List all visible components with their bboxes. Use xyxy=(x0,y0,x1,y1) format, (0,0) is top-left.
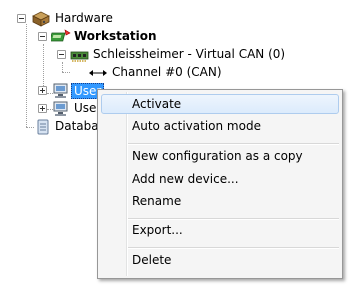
menu-item-activate[interactable]: Activate xyxy=(101,94,339,114)
menu-separator xyxy=(128,143,339,145)
tree-line xyxy=(26,127,34,128)
menu-item-new-configuration-copy[interactable]: New configuration as a copy xyxy=(101,146,339,166)
context-menu: Activate Auto activation mode New config… xyxy=(97,89,343,279)
tree-node-workstation[interactable]: Workstation xyxy=(74,28,157,44)
can-card-icon xyxy=(70,49,90,63)
workstation-icon xyxy=(49,29,71,45)
tree-line xyxy=(62,62,63,72)
expand-user1-toggle[interactable] xyxy=(38,86,47,95)
menu-item-auto-activation-mode[interactable]: Auto activation mode xyxy=(101,116,339,136)
tree-node-hardware[interactable]: Hardware xyxy=(55,10,113,26)
user-computer-icon xyxy=(53,101,69,117)
collapse-hardware-toggle[interactable] xyxy=(17,14,26,23)
tree-node-device[interactable]: Schleissheimer - Virtual CAN (0) xyxy=(93,46,285,62)
tree-node-channel[interactable]: Channel #0 (CAN) xyxy=(112,64,222,80)
menu-item-delete[interactable]: Delete xyxy=(101,250,339,270)
tree-line xyxy=(62,72,70,73)
tree-line xyxy=(26,24,27,127)
channel-arrow-icon xyxy=(89,67,107,77)
collapse-device-toggle[interactable] xyxy=(57,50,66,59)
menu-item-export[interactable]: Export... xyxy=(101,220,339,240)
menu-separator xyxy=(128,247,339,249)
user-computer-icon xyxy=(53,83,69,99)
hardware-icon xyxy=(32,11,50,27)
menu-item-add-new-device[interactable]: Add new device... xyxy=(101,169,339,189)
expand-user2-toggle[interactable] xyxy=(38,104,47,113)
menu-item-rename[interactable]: Rename xyxy=(101,191,339,211)
database-icon xyxy=(36,119,50,135)
collapse-workstation-toggle[interactable] xyxy=(38,32,47,41)
